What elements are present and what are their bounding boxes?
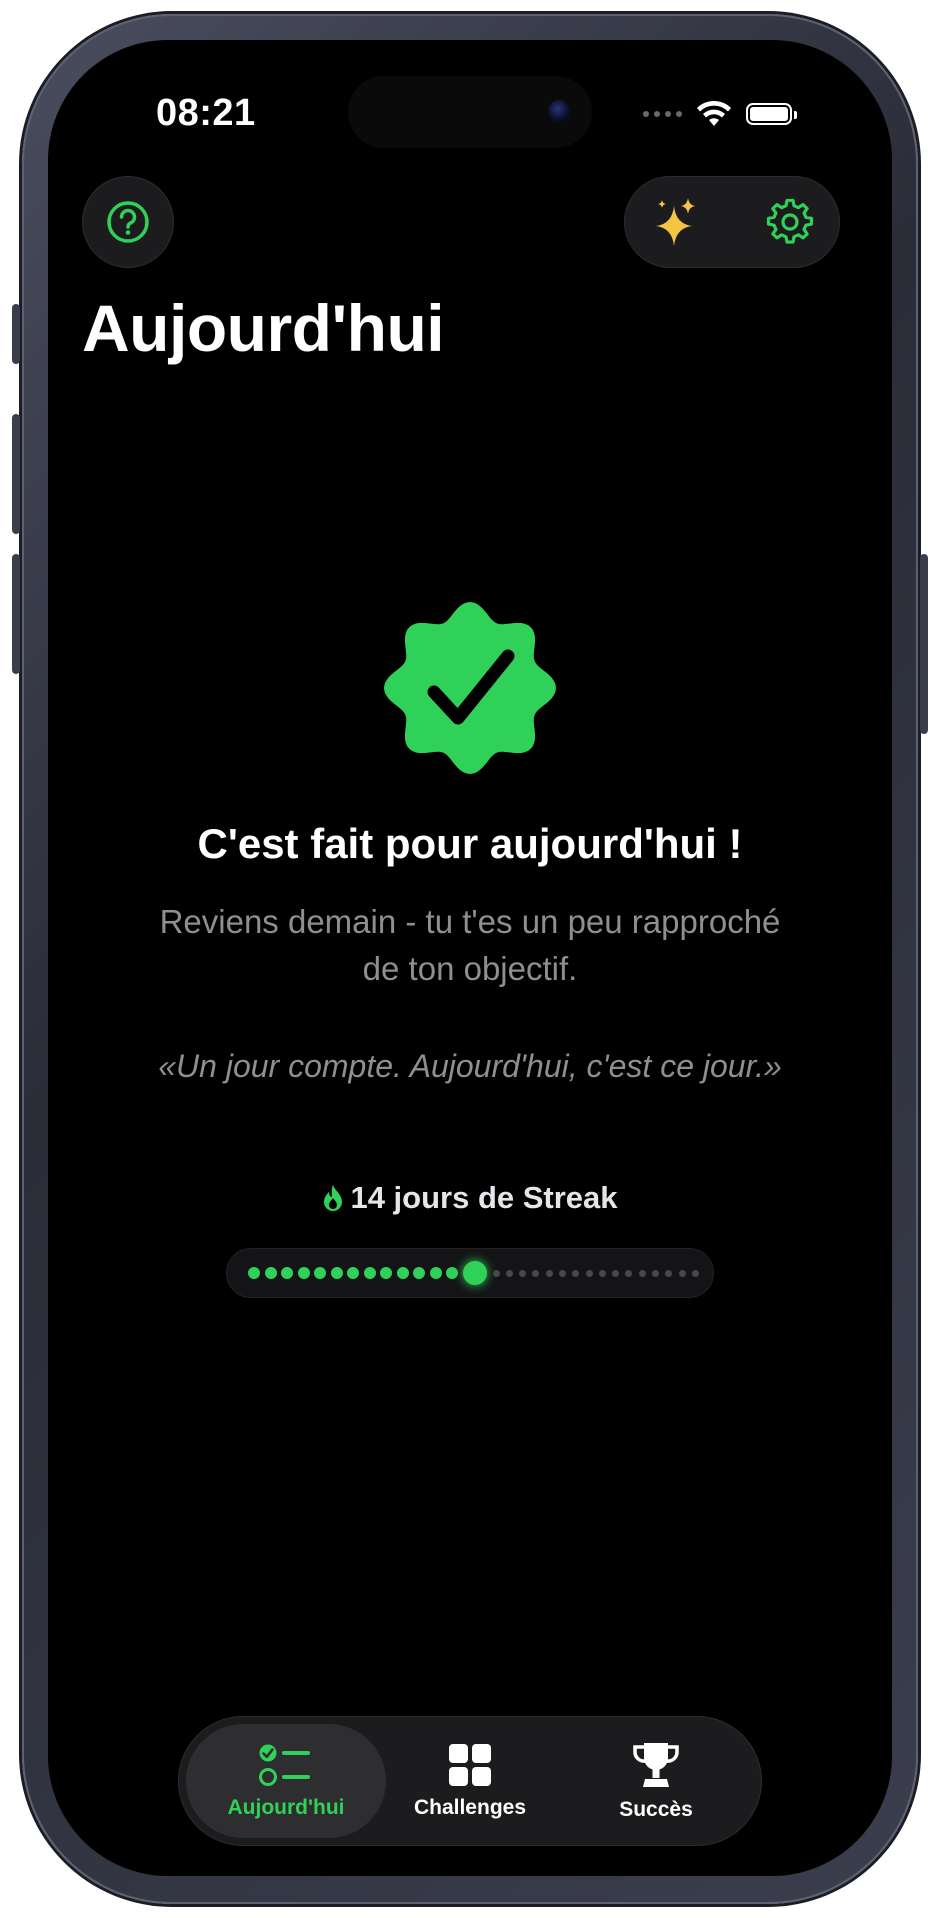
checkmark-seal-icon <box>384 602 556 774</box>
streak-label: 14 jours de Streak <box>48 1180 892 1220</box>
streak-day-complete <box>446 1267 458 1279</box>
streak-day-pending <box>505 1269 513 1277</box>
streak-text: 14 jours de Streak <box>350 1180 618 1215</box>
streak-day-pending <box>492 1269 500 1277</box>
tab-achievements[interactable]: Succès <box>556 1724 756 1838</box>
streak-day-pending <box>638 1269 646 1277</box>
streak-day-pending <box>572 1269 580 1277</box>
streak-day-pending <box>545 1269 553 1277</box>
app-screen: 08:21 Aujourd'hui C'est fait pour aujour… <box>48 40 892 1876</box>
streak-day-complete <box>363 1267 376 1279</box>
completion-subtitle: Reviens demain - tu t'es un peu rapproch… <box>159 903 781 987</box>
front-camera <box>548 100 570 122</box>
sparkles-icon <box>656 198 695 246</box>
streak-day-pending <box>652 1269 660 1277</box>
tab-label: Succès <box>619 1798 693 1821</box>
action-button <box>12 304 20 364</box>
streak-progress <box>226 1248 714 1298</box>
streak-day-complete <box>264 1267 277 1279</box>
streak-dots <box>248 1248 705 1298</box>
streak-day-complete <box>297 1267 310 1279</box>
status-time: 08:21 <box>156 92 256 134</box>
flame-icon <box>322 1184 344 1220</box>
volume-up-button <box>12 414 20 534</box>
completion-title: C'est fait pour aujourd'hui ! <box>197 820 743 867</box>
tab-challenges[interactable]: Challenges <box>370 1724 570 1838</box>
wifi-icon <box>697 100 731 126</box>
tab-label: Aujourd'hui <box>227 1796 345 1819</box>
tab-label: Challenges <box>413 1796 527 1819</box>
cellular-signal-icon <box>643 111 682 117</box>
volume-down-button <box>12 554 20 674</box>
help-button[interactable] <box>82 176 174 268</box>
streak-day-pending <box>665 1269 673 1277</box>
streak-day-pending <box>691 1269 699 1277</box>
streak-day-complete <box>380 1267 392 1279</box>
streak-day-complete <box>330 1267 343 1279</box>
header-actions-pill <box>624 176 840 268</box>
streak-day-pending <box>598 1269 606 1277</box>
status-indicators <box>643 100 797 128</box>
streak-day-complete <box>281 1267 293 1279</box>
dynamic-island <box>348 76 592 148</box>
streak-day-complete <box>413 1267 425 1279</box>
streak-day-complete <box>396 1267 409 1279</box>
streak-day-complete <box>347 1267 359 1279</box>
sparkle-button[interactable] <box>652 198 700 246</box>
trophy-icon <box>633 1743 679 1787</box>
streak-day-pending <box>612 1269 620 1277</box>
gear-icon <box>766 198 814 244</box>
power-button <box>920 554 928 734</box>
question-circle-icon <box>107 201 149 243</box>
streak-day-current <box>462 1261 487 1285</box>
grid-icon <box>449 1744 491 1786</box>
streak-day-complete <box>248 1267 260 1279</box>
streak-day-pending <box>678 1269 686 1277</box>
streak-day-pending <box>519 1269 527 1277</box>
battery-icon <box>746 103 797 125</box>
streak-day-complete <box>429 1267 442 1279</box>
tab-bar: Aujourd'hui Challenges Succès <box>178 1716 762 1846</box>
streak-day-complete <box>314 1267 326 1279</box>
settings-button[interactable] <box>766 198 814 246</box>
streak-day-pending <box>585 1269 593 1277</box>
checklist-icon <box>259 1744 310 1786</box>
tab-today[interactable]: Aujourd'hui <box>186 1724 386 1838</box>
motivational-quote: «Un jour compte. Aujourd'hui, c'est ce j… <box>158 1048 782 1084</box>
streak-day-pending <box>625 1269 633 1277</box>
page-title: Aujourd'hui <box>82 291 445 365</box>
streak-day-pending <box>558 1269 566 1277</box>
streak-day-pending <box>532 1269 540 1277</box>
